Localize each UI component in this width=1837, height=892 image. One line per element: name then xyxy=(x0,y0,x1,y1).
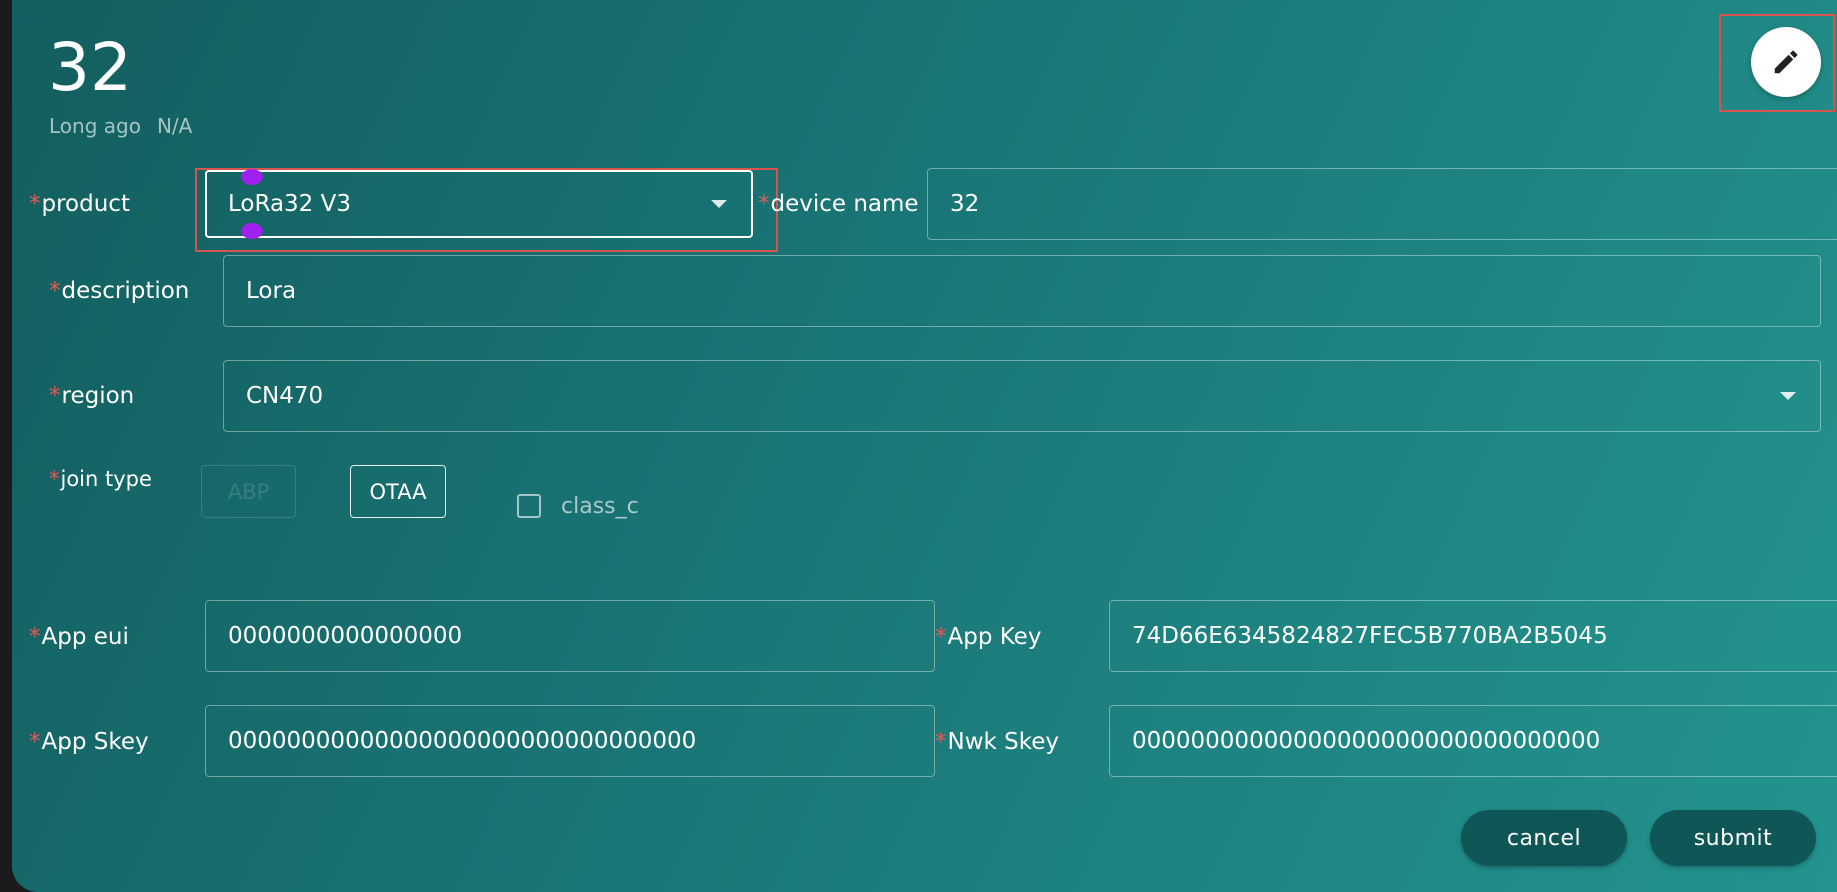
app-skey-value: 00000000000000000000000000000000 xyxy=(228,728,697,754)
region-label: *region xyxy=(49,383,135,409)
edit-button[interactable] xyxy=(1751,27,1821,97)
device-name-input[interactable]: 32 xyxy=(927,168,1837,240)
region-select[interactable]: CN470 xyxy=(223,360,1821,432)
app-key-input[interactable]: 74D66E6345824827FEC5B770BA2B5045 xyxy=(1109,600,1837,672)
description-value: Lora xyxy=(246,278,297,304)
product-select[interactable]: LoRa32 V3 xyxy=(205,170,753,238)
chevron-down-icon xyxy=(711,200,727,208)
chevron-down-icon xyxy=(1780,392,1796,400)
device-name-label: *device name xyxy=(758,191,919,217)
resize-handle-bottom[interactable] xyxy=(241,223,263,239)
description-label: *description xyxy=(49,278,190,304)
app-skey-label: *App Skey xyxy=(29,729,149,755)
nwk-skey-input[interactable]: 00000000000000000000000000000000 xyxy=(1109,705,1837,777)
nwk-skey-label: *Nwk Skey xyxy=(935,729,1060,755)
page-title: 32 xyxy=(48,29,132,106)
cancel-button[interactable]: cancel xyxy=(1461,810,1627,866)
region-value: CN470 xyxy=(246,383,324,409)
class-c-label: class_c xyxy=(561,494,639,519)
nwk-skey-value: 00000000000000000000000000000000 xyxy=(1132,728,1601,754)
product-value: LoRa32 V3 xyxy=(228,191,351,217)
class-c-checkbox[interactable] xyxy=(517,494,541,518)
device-edit-card: 32 Long ago N/A *product LoRa32 V3 *devic… xyxy=(12,0,1837,892)
device-status-line: Long ago N/A xyxy=(49,114,192,138)
app-eui-label: *App eui xyxy=(29,624,129,650)
app-key-value: 74D66E6345824827FEC5B770BA2B5045 xyxy=(1132,623,1608,649)
description-input[interactable]: Lora xyxy=(223,255,1821,327)
status-text: N/A xyxy=(156,114,193,138)
resize-handle-top[interactable] xyxy=(241,169,263,185)
device-name-value: 32 xyxy=(950,191,980,217)
join-type-abp-button[interactable]: ABP xyxy=(201,465,296,518)
product-label: *product xyxy=(29,191,130,217)
app-skey-input[interactable]: 00000000000000000000000000000000 xyxy=(205,705,935,777)
app-eui-input[interactable]: 0000000000000000 xyxy=(205,600,935,672)
app-key-label: *App Key xyxy=(935,624,1042,650)
submit-button[interactable]: submit xyxy=(1650,810,1816,866)
last-seen-text: Long ago xyxy=(49,114,141,138)
join-type-label: *join type xyxy=(49,467,152,491)
join-type-otaa-button[interactable]: OTAA xyxy=(350,465,446,518)
app-eui-value: 0000000000000000 xyxy=(228,623,463,649)
pencil-icon xyxy=(1774,50,1798,74)
